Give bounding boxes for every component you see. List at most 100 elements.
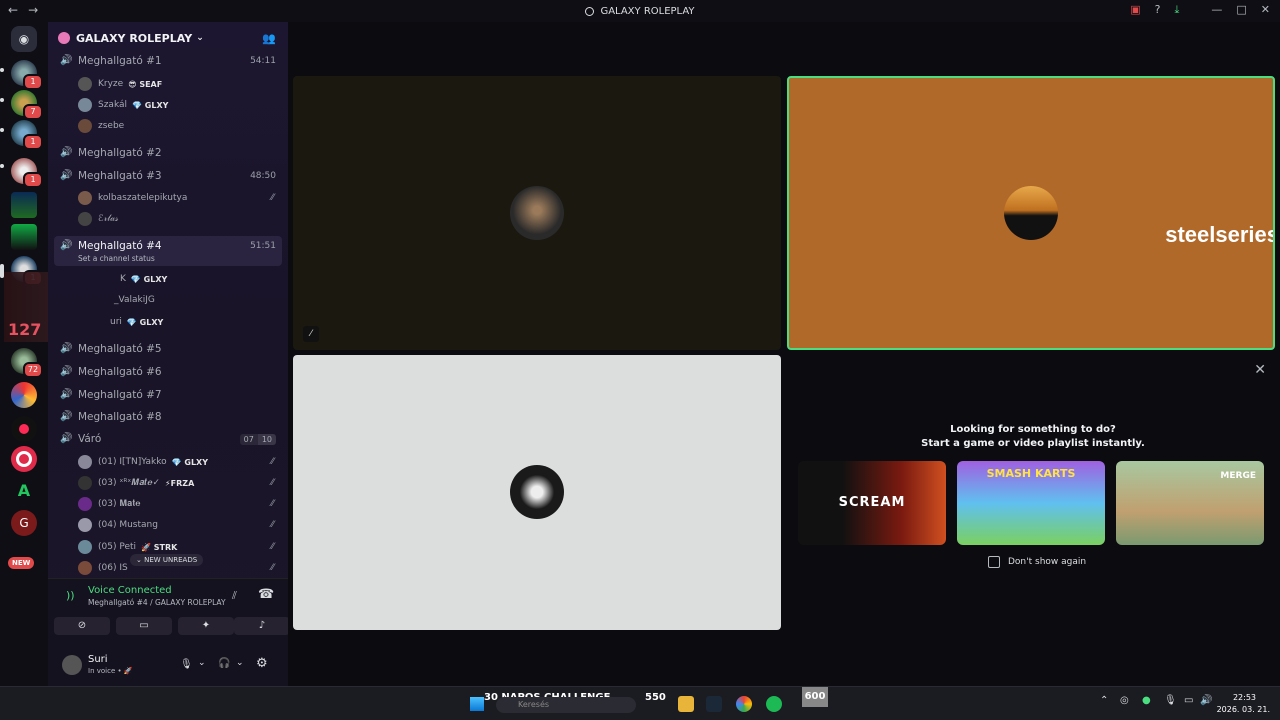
forward-arrow-icon[interactable]: →: [28, 3, 38, 17]
voice-channel-path[interactable]: Meghallgató #4 / GALAXY ROLEPLAY: [88, 598, 226, 607]
clock-date[interactable]: 2026. 03. 21.: [1217, 705, 1270, 714]
search-bar[interactable]: Keresés: [496, 697, 636, 713]
noise-suppression-icon[interactable]: ⫽: [232, 589, 237, 603]
settings-gear-icon[interactable]: ⚙: [256, 656, 268, 671]
close-window-icon[interactable]: ✕: [1261, 3, 1270, 17]
server-icon[interactable]: G: [11, 510, 37, 536]
dont-show-again[interactable]: Don't show again: [988, 556, 1086, 568]
voice-channel[interactable]: 🔊 Meghallgató #1 54:11: [54, 51, 282, 71]
voice-member[interactable]: Szakál 💎 GLXY: [78, 96, 278, 114]
disconnect-icon[interactable]: ☎: [258, 587, 274, 602]
microphone-icon[interactable]: 🎙: [1164, 695, 1177, 706]
inbox-icon[interactable]: ▣: [1130, 3, 1140, 17]
chevron-up-icon[interactable]: ⌃: [1100, 695, 1108, 706]
server-icon[interactable]: [11, 192, 37, 218]
mention-badge: 1: [23, 74, 43, 90]
steam-icon[interactable]: [706, 696, 722, 712]
activities-button[interactable]: ✦: [178, 617, 234, 635]
window-title: GALAXY ROLEPLAY: [585, 6, 695, 17]
camera-button[interactable]: ⊘: [54, 617, 110, 635]
back-arrow-icon[interactable]: ←: [8, 3, 18, 17]
maximize-icon[interactable]: □: [1236, 3, 1246, 17]
voice-member[interactable]: uri 💎 GLXY: [110, 313, 310, 331]
user-name[interactable]: Suri: [88, 654, 108, 665]
activity-card[interactable]: SMASH KARTS: [957, 461, 1105, 545]
voice-channel[interactable]: 🔊 Meghallgató #3 48:50: [54, 166, 282, 186]
spotify-icon[interactable]: [766, 696, 782, 712]
member-tag: 💎 GLXY: [126, 317, 164, 327]
server-icon[interactable]: A: [11, 478, 37, 504]
avatar: [78, 497, 92, 511]
voice-channel[interactable]: 🔊 Meghallgató #7: [54, 385, 282, 405]
soundboard-icon: ♪: [258, 620, 266, 631]
server-icon[interactable]: [11, 382, 37, 408]
voice-channel[interactable]: 🔊 Meghallgató #6: [54, 362, 282, 382]
server-icon[interactable]: [11, 416, 37, 442]
add-member-icon[interactable]: 👥: [262, 32, 276, 45]
participant-avatar: [510, 465, 564, 519]
counter-overlay: 127: [8, 320, 42, 339]
speaker-icon: 🔊: [60, 433, 73, 444]
microphone-icon[interactable]: 🎙: [180, 659, 193, 670]
voice-channel[interactable]: 🔊 Meghallgató #8: [54, 407, 282, 427]
file-explorer-icon[interactable]: [678, 696, 694, 712]
windows-start-icon[interactable]: [470, 697, 484, 711]
server-icon[interactable]: [11, 224, 37, 250]
server-header[interactable]: GALAXY ROLEPLAY ⌄ 👥: [48, 22, 288, 54]
voice-member[interactable]: ℰ𝓇𝓁𝒶𝓈: [78, 210, 278, 228]
channel-timer: 48:50: [250, 171, 276, 181]
volume-icon[interactable]: 🔊: [1200, 695, 1212, 706]
new-unreads-pill[interactable]: ⌄ NEW UNREADS: [130, 554, 204, 566]
tray-app-icon[interactable]: ●: [1142, 695, 1151, 706]
camera-off-icon: ⊘: [77, 620, 87, 631]
participant-tile[interactable]: [293, 355, 781, 630]
voice-channel[interactable]: 🔊 Váró 07 10: [54, 429, 282, 449]
activity-card[interactable]: MERGE: [1116, 461, 1264, 545]
voice-member[interactable]: _ValakiJG: [114, 291, 314, 309]
chevron-down-icon[interactable]: ⌄: [236, 658, 244, 668]
voice-member[interactable]: kolbaszatelepikutya ⁄⁄: [78, 189, 278, 207]
network-icon[interactable]: ▭: [1184, 695, 1193, 706]
tray-app-icon[interactable]: ◎: [1120, 695, 1129, 706]
help-icon[interactable]: ?: [1155, 3, 1161, 17]
headphones-icon[interactable]: 🎧: [218, 658, 230, 669]
download-icon[interactable]: ⤓: [1175, 3, 1180, 17]
voice-member[interactable]: (03) 𝐌𝐚𝐭𝐞 ⁄⁄: [78, 495, 278, 513]
chrome-icon[interactable]: [736, 696, 752, 712]
voice-channel-active[interactable]: 🔊 Meghallgató #4 51:51 Set a channel sta…: [54, 236, 282, 266]
discord-home-icon[interactable]: ◉: [11, 26, 37, 52]
server-icon[interactable]: 1: [11, 60, 43, 90]
user-avatar[interactable]: [62, 655, 82, 675]
avatar: [78, 119, 92, 133]
server-icon[interactable]: 7: [11, 90, 43, 120]
server-icon[interactable]: 1: [11, 120, 43, 150]
activity-card[interactable]: SCREAM: [798, 461, 946, 545]
avatar: [78, 476, 92, 490]
voice-member[interactable]: zsebe: [78, 117, 278, 135]
activity-subheading: Start a game or video playlist instantly…: [921, 438, 1145, 449]
checkbox[interactable]: [988, 556, 1000, 568]
screen-share-button[interactable]: ▭: [116, 617, 172, 635]
server-icon[interactable]: 1: [11, 158, 43, 188]
participant-tile[interactable]: ⁄: [293, 76, 781, 350]
mention-badge: 72: [23, 362, 43, 378]
minimize-icon[interactable]: —: [1211, 3, 1222, 17]
speaker-icon: 🔊: [60, 170, 73, 181]
server-icon[interactable]: 72: [11, 348, 43, 378]
chevron-down-icon[interactable]: ⌄: [198, 658, 206, 668]
mention-badge: 1: [23, 172, 43, 188]
voice-member[interactable]: (03) ˣᴿˣ𝑴𝒂𝒕𝒆✓ ⚡FRZA ⁄⁄: [78, 474, 278, 492]
server-logo-icon: [58, 32, 70, 44]
clock-time[interactable]: 22:53: [1233, 693, 1256, 702]
close-icon[interactable]: ✕: [1254, 362, 1266, 378]
server-icon[interactable]: [11, 446, 37, 472]
voice-member[interactable]: (01) I[TN]Yakko 💎 GLXY ⁄⁄: [78, 453, 278, 471]
voice-member[interactable]: (04) Mustang ⁄⁄: [78, 516, 278, 534]
voice-channel[interactable]: 🔊 Meghallgató #5: [54, 339, 282, 359]
soundboard-button[interactable]: ♪: [234, 617, 290, 635]
voice-member[interactable]: Kryze 😎 SEAF: [78, 75, 278, 93]
channel-status[interactable]: Set a channel status: [78, 254, 155, 263]
voice-channel[interactable]: 🔊 Meghallgató #2: [54, 143, 282, 163]
participant-tile-speaking[interactable]: steelseries: [787, 76, 1275, 350]
deafened-icon: ⁄⁄: [270, 563, 274, 573]
